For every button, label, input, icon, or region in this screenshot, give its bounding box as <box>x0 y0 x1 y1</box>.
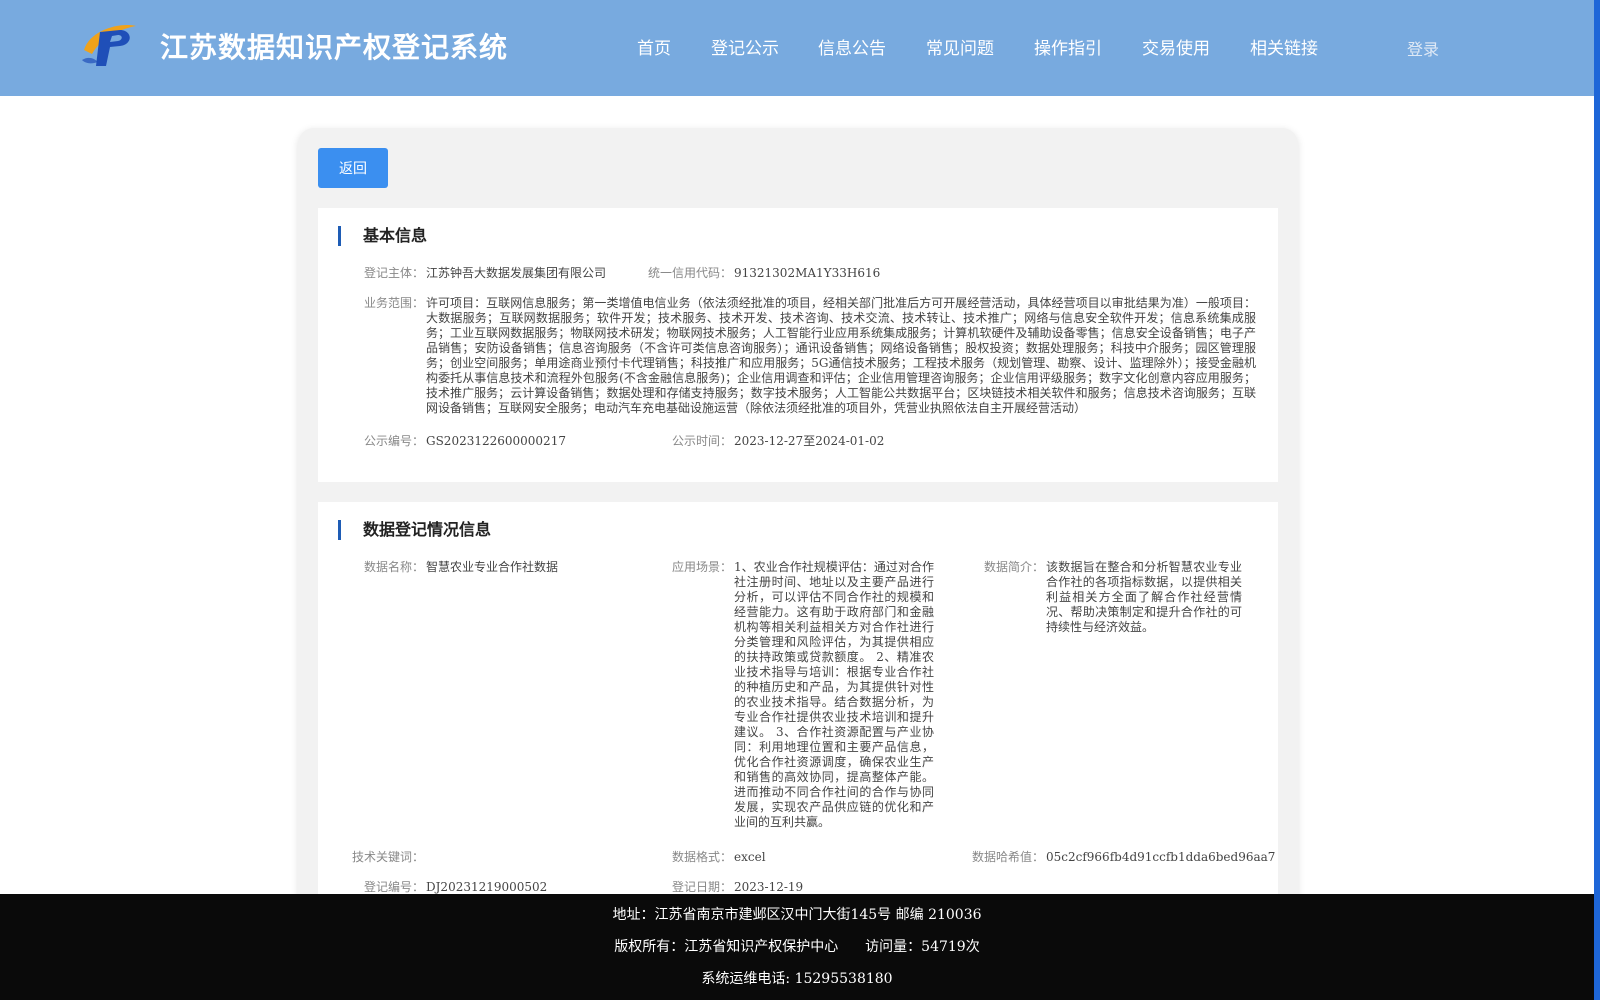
format-value: excel <box>734 850 766 864</box>
scope-label: 业务范围： <box>363 296 424 310</box>
data-name-value: 智慧农业专业合作社数据 <box>426 560 559 574</box>
footer-copyright-row: 版权所有：江苏省知识产权保护中心 访问量：54719次 <box>0 936 1594 956</box>
intro-label: 数据简介： <box>983 560 1044 574</box>
nav-home[interactable]: 首页 <box>637 34 671 59</box>
nav-announcements[interactable]: 信息公告 <box>818 34 886 59</box>
section-title: 数据登记情况信息 <box>338 520 491 540</box>
scene-label: 应用场景： <box>671 560 732 574</box>
site-title: 江苏数据知识产权登记系统 <box>160 31 509 64</box>
section-title: 基本信息 <box>338 226 427 246</box>
nav-registration-notice[interactable]: 登记公示 <box>711 34 779 59</box>
detail-card: 返回 基本信息 登记主体： 江苏钟吾大数据发展集团有限公司 统一信用代码： 91… <box>298 128 1298 928</box>
data-name-label: 数据名称： <box>363 560 424 574</box>
scene-value: 1、农业合作社规模评估：通过对合作社注册时间、地址以及主要产品进行分析，可以评估… <box>734 560 934 829</box>
login-link[interactable]: 登录 <box>1407 36 1439 60</box>
nav-faq[interactable]: 常见问题 <box>926 34 994 59</box>
footer-visits: 54719次 <box>921 939 980 955</box>
scrollbar[interactable] <box>1594 0 1600 1000</box>
subject-label: 登记主体： <box>363 266 424 280</box>
credit-code-label: 统一信用代码： <box>647 266 732 280</box>
site-footer: 地址：江苏省南京市建邺区汉中门大街145号 邮编 210036 版权所有：江苏省… <box>0 894 1594 1000</box>
nav-links[interactable]: 相关链接 <box>1250 34 1318 59</box>
site-header: 江苏数据知识产权登记系统 首页 登记公示 信息公告 常见问题 操作指引 交易使用… <box>0 0 1594 96</box>
nav-guide[interactable]: 操作指引 <box>1034 34 1102 59</box>
site-logo <box>82 25 136 66</box>
back-button[interactable]: 返回 <box>318 148 388 188</box>
pub-no-label: 公示编号： <box>363 434 424 448</box>
footer-copyright: 版权所有：江苏省知识产权保护中心 <box>614 939 839 955</box>
keywords-label: 技术关键词： <box>351 850 424 864</box>
scope-value: 许可项目：互联网信息服务；第一类增值电信业务（依法须经批准的项目，经相关部门批准… <box>426 296 1256 415</box>
footer-visits-label: 访问量： <box>865 939 922 955</box>
pub-no-value: GS2023122600000217 <box>426 434 566 448</box>
nav-trading[interactable]: 交易使用 <box>1142 34 1210 59</box>
pub-time-label: 公示时间： <box>671 434 732 448</box>
footer-address: 地址：江苏省南京市建邺区汉中门大街145号 邮编 210036 <box>612 907 982 923</box>
footer-phone: 系统运维电话: 15295538180 <box>701 971 893 987</box>
reg-date-value: 2023-12-19 <box>734 880 804 894</box>
intro-value: 该数据旨在整合和分析智慧农业专业合作社的各项指标数据，以提供相关利益相关方全面了… <box>1046 560 1242 634</box>
basic-info-section: 基本信息 登记主体： 江苏钟吾大数据发展集团有限公司 统一信用代码： 91321… <box>318 208 1278 482</box>
hash-value: 05c2cf966fb4d91ccfb1dda6bed96aa7 <box>1046 850 1276 864</box>
reg-no-label: 登记编号： <box>363 880 424 894</box>
credit-code-value: 91321302MA1Y33H616 <box>734 266 881 280</box>
pub-time-value: 2023-12-27至2024-01-02 <box>734 434 885 448</box>
hash-label: 数据哈希值： <box>971 850 1044 864</box>
format-label: 数据格式： <box>671 850 732 864</box>
data-registration-section: 数据登记情况信息 数据名称： 智慧农业专业合作社数据 应用场景： 1、农业合作社… <box>318 502 1278 928</box>
reg-date-label: 登记日期： <box>671 880 732 894</box>
reg-no-value: DJ20231219000502 <box>426 880 548 894</box>
